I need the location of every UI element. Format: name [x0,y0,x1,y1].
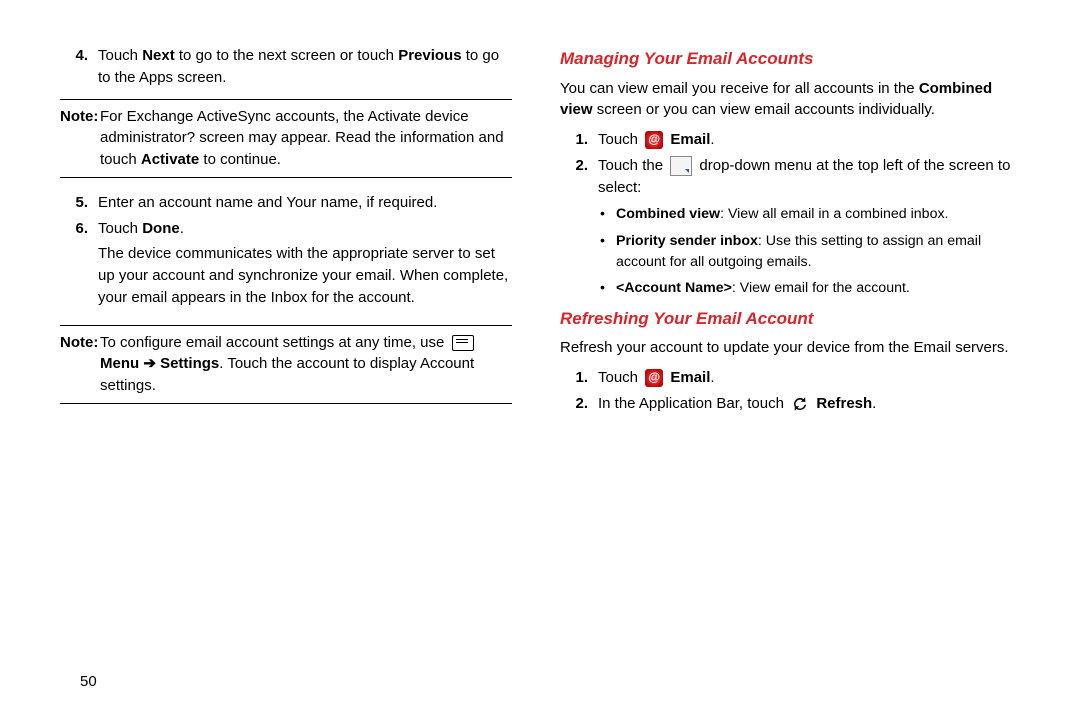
bullet-combined-view: • Combined view: View all email in a com… [598,204,1020,225]
text: . [180,220,184,237]
dropdown-icon [670,156,692,176]
step-body: Touch Done. [98,218,512,240]
step-body: Touch the drop-down menu at the top left… [598,155,1020,199]
text: Touch the [598,157,667,174]
bullet-priority-sender: • Priority sender inbox: Use this settin… [598,231,1020,272]
arrow-icon: ➔ [139,355,160,372]
bold: Combined view [616,206,720,222]
note-block-activesync: Note: For Exchange ActiveSync accounts, … [60,99,512,178]
bold-menu: Menu [100,355,139,372]
bold-previous: Previous [398,47,461,64]
email-icon [645,369,663,387]
note-label: Note: [60,106,100,171]
text: . [710,131,714,148]
refresh-step-2: 2. In the Application Bar, touch Refresh… [560,393,1020,415]
bold-email: Email [670,131,710,148]
text: : View email for the account. [732,280,910,296]
page-number: 50 [80,673,97,690]
text: Touch [598,369,642,386]
step-number: 2. [560,393,598,415]
refresh-icon [791,395,809,413]
bullet-text: <Account Name>: View email for the accou… [616,278,1020,299]
step-number: 2. [560,155,598,199]
note-block-settings: Note: To configure email account setting… [60,325,512,404]
note-label: Note: [60,332,100,397]
step-number: 1. [560,367,598,389]
text: to go to the next screen or touch [175,47,398,64]
refreshing-intro: Refresh your account to update your devi… [560,337,1020,359]
note-body: For Exchange ActiveSync accounts, the Ac… [100,106,512,171]
text: . [710,369,714,386]
text: Touch [98,47,142,64]
bullet-account-name: • <Account Name>: View email for the acc… [598,278,1020,299]
managing-step-2: 2. Touch the drop-down menu at the top l… [560,155,1020,199]
bold-email: Email [670,369,710,386]
heading-managing: Managing Your Email Accounts [560,47,1020,72]
text: Touch [98,220,142,237]
bullet-dot: • [598,231,616,272]
note-body: To configure email account settings at a… [100,332,512,397]
bullet-text: Priority sender inbox: Use this setting … [616,231,1020,272]
step-body: Touch Email. [598,367,1020,389]
step-body: In the Application Bar, touch Refresh. [598,393,1020,415]
step-5: 5. Enter an account name and Your name, … [60,192,512,214]
step-number: 5. [60,192,98,214]
email-icon [645,131,663,149]
text: to continue. [199,151,281,168]
step-6-description: The device communicates with the appropr… [98,243,512,308]
text: screen or you can view email accounts in… [593,101,935,118]
managing-step-1: 1. Touch Email. [560,129,1020,151]
bold-activate: Activate [141,151,199,168]
text: In the Application Bar, touch [598,395,788,412]
bold: <Account Name> [616,280,732,296]
bullet-dot: • [598,204,616,225]
text: To configure email account settings at a… [100,334,449,351]
managing-intro: You can view email you receive for all a… [560,78,1020,122]
step-body: Touch Email. [598,129,1020,151]
bold-done: Done [142,220,180,237]
bullet-text: Combined view: View all email in a combi… [616,204,1020,225]
dropdown-options: • Combined view: View all email in a com… [598,204,1020,298]
left-column: 4. Touch Next to go to the next screen o… [40,45,540,700]
bold-refresh: Refresh [816,395,872,412]
bold-next: Next [142,47,175,64]
step-body: Enter an account name and Your name, if … [98,192,512,214]
bullet-dot: • [598,278,616,299]
text: : View all email in a combined inbox. [720,206,948,222]
step-body: Touch Next to go to the next screen or t… [98,45,512,89]
heading-refreshing: Refreshing Your Email Account [560,307,1020,332]
step-6: 6. Touch Done. [60,218,512,240]
step-number: 1. [560,129,598,151]
bold: Priority sender inbox [616,233,758,249]
manual-page: 4. Touch Next to go to the next screen o… [0,0,1080,720]
step-4: 4. Touch Next to go to the next screen o… [60,45,512,89]
text: . [872,395,876,412]
refresh-step-1: 1. Touch Email. [560,367,1020,389]
right-column: Managing Your Email Accounts You can vie… [540,45,1040,700]
bold-settings: Settings [160,355,219,372]
step-number: 4. [60,45,98,89]
step-number: 6. [60,218,98,240]
menu-icon [452,335,474,351]
text: Touch [598,131,642,148]
text: You can view email you receive for all a… [560,80,919,97]
